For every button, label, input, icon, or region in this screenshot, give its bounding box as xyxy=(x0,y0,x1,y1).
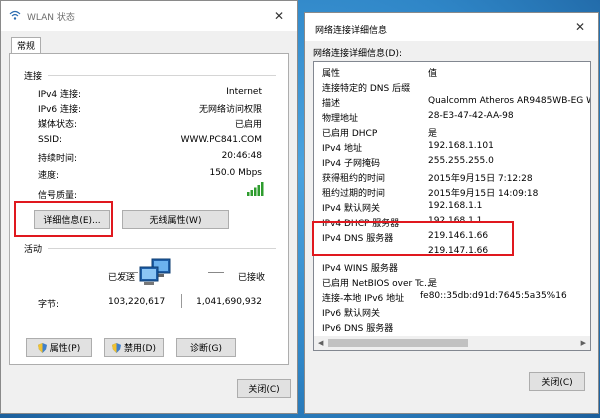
bytes-sent-value: 103,220,617 xyxy=(108,297,166,307)
properties-button[interactable]: 属性(P) xyxy=(26,338,92,357)
list-header: 属性 值 xyxy=(314,65,578,79)
details-list[interactable]: 属性 值 连接特定的 DNS 后缀 描述 Qualcomm Atheros AR9… xyxy=(313,61,591,351)
scrollbar-thumb[interactable] xyxy=(328,339,468,347)
line-icon xyxy=(208,272,224,273)
window-title: 网络连接详细信息 xyxy=(315,26,388,36)
wlan-status-window: WLAN 状态 ✕ 常规 连接 IPv4 连接: Internet IPv6 连… xyxy=(0,0,298,414)
speed-value: 150.0 Mbps xyxy=(209,168,262,178)
activity-header: 活动 xyxy=(24,245,43,255)
list-item[interactable]: IPv4 WINS 服务器 xyxy=(314,260,578,274)
shield-icon xyxy=(37,342,47,353)
duration-value: 20:46:48 xyxy=(221,151,262,161)
list-item[interactable]: 描述 Qualcomm Atheros AR9485WB-EG Wire xyxy=(314,95,590,109)
highlight-box xyxy=(14,201,113,237)
media-state-value: 已启用 xyxy=(234,120,262,130)
disable-label: 禁用(D) xyxy=(124,344,156,354)
divider xyxy=(48,248,276,249)
bytes-received-value: 1,041,690,932 xyxy=(196,297,262,307)
scroll-left-icon[interactable]: ◀ xyxy=(318,339,323,347)
highlight-box xyxy=(312,221,514,256)
ssid-label: SSID: xyxy=(38,135,63,145)
properties-label: 属性(P) xyxy=(49,344,81,354)
disable-button[interactable]: 禁用(D) xyxy=(104,338,164,357)
close-button[interactable]: 关闭(C) xyxy=(529,372,585,391)
title-bar[interactable]: WLAN 状态 ✕ xyxy=(1,1,297,31)
ipv4-label: IPv4 连接: xyxy=(38,90,82,100)
tab-strip: 常规 xyxy=(1,31,297,53)
list-item[interactable]: IPv4 地址 192.168.1.101 xyxy=(314,140,578,154)
title-bar[interactable]: 网络连接详细信息 ✕ xyxy=(305,13,598,41)
received-label: 已接收 xyxy=(238,273,266,283)
property-column-header: 属性 xyxy=(322,69,341,79)
network-details-window: 网络连接详细信息 ✕ 网络连接详细信息(D): 属性 值 连接特定的 DNS 后… xyxy=(304,12,599,414)
wifi-icon xyxy=(9,10,21,20)
list-item[interactable]: 租约过期的时间 2015年9月15日 14:09:18 xyxy=(314,185,578,199)
signal-bars-icon xyxy=(247,182,264,196)
line-icon xyxy=(122,272,138,273)
ipv6-value: 无网络访问权限 xyxy=(198,105,262,115)
divider xyxy=(48,75,276,76)
value-column-header: 值 xyxy=(428,69,438,79)
list-item[interactable]: 已启用 DHCP 是 xyxy=(314,125,578,139)
list-item[interactable]: 连接特定的 DNS 后缀 xyxy=(314,80,578,94)
network-computers-icon xyxy=(139,258,171,285)
list-item[interactable]: IPv6 DNS 服务器 xyxy=(314,320,578,334)
media-state-label: 媒体状态: xyxy=(38,120,78,130)
list-item[interactable]: 物理地址 28-E3-47-42-AA-98 xyxy=(314,110,578,124)
list-item[interactable]: 获得租约的时间 2015年9月15日 7:12:28 xyxy=(314,170,578,184)
ssid-value: WWW.PC841.COM xyxy=(180,135,262,145)
close-button[interactable]: 关闭(C) xyxy=(237,379,291,398)
speed-label: 速度: xyxy=(38,171,60,181)
list-item[interactable]: IPv4 子网掩码 255.255.255.0 xyxy=(314,155,578,169)
list-item[interactable]: 已启用 NetBIOS over Tc... 是 xyxy=(314,275,578,289)
shield-icon xyxy=(112,342,122,353)
connection-header: 连接 xyxy=(24,72,43,82)
window-title: WLAN 状态 xyxy=(27,13,75,23)
signal-quality-label: 信号质量: xyxy=(38,191,78,201)
bytes-label: 字节: xyxy=(38,300,60,310)
duration-label: 持续时间: xyxy=(38,154,78,164)
diagnose-button[interactable]: 诊断(G) xyxy=(176,338,236,357)
ipv6-label: IPv6 连接: xyxy=(38,105,82,115)
list-label: 网络连接详细信息(D): xyxy=(313,49,402,59)
divider xyxy=(181,294,182,308)
list-item[interactable]: 连接-本地 IPv6 地址 fe80::35db:d91d:7645:5a35%1… xyxy=(314,290,578,304)
tab-general[interactable]: 常规 xyxy=(11,37,41,53)
close-icon[interactable]: ✕ xyxy=(261,1,297,31)
wireless-properties-button[interactable]: 无线属性(W) xyxy=(122,210,229,229)
horizontal-scrollbar[interactable]: ◀ ▶ xyxy=(314,336,590,350)
scroll-right-icon[interactable]: ▶ xyxy=(581,339,586,347)
ipv4-value: Internet xyxy=(226,87,262,97)
list-item[interactable]: IPv6 默认网关 xyxy=(314,305,578,319)
close-icon[interactable]: ✕ xyxy=(562,13,598,41)
list-item[interactable]: IPv4 默认网关 192.168.1.1 xyxy=(314,200,578,214)
